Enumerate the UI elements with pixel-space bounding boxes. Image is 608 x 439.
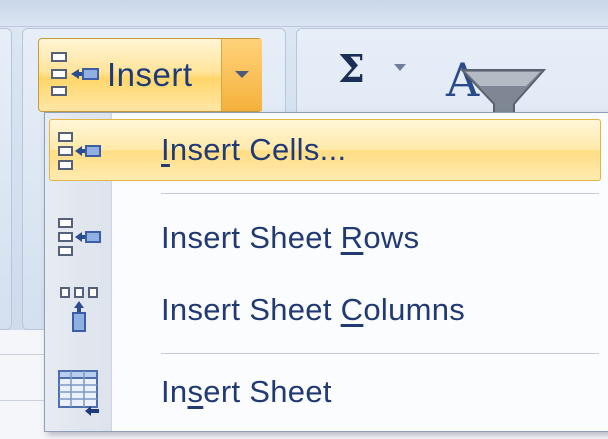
menu-item-label: Insert Sheet <box>161 374 332 409</box>
insert-cells-icon <box>58 132 101 170</box>
menu-separator <box>161 193 599 194</box>
menu-item-insert-columns[interactable]: Insert Sheet Columns <box>45 275 608 345</box>
menu-item-label: Insert Sheet Rows <box>161 220 420 255</box>
insert-dropdown-arrow[interactable] <box>221 39 262 111</box>
menu-item-label: Insert Cells... <box>161 132 347 167</box>
insert-button-main[interactable]: Insert <box>39 39 221 111</box>
autosum-button[interactable]: Σ <box>338 46 365 91</box>
ribbon-tab-strip <box>0 0 608 27</box>
insert-cells-icon <box>51 52 99 96</box>
insert-button[interactable]: Insert <box>38 38 262 112</box>
insert-columns-icon <box>60 287 98 332</box>
insert-rows-icon <box>58 218 101 256</box>
menu-item-insert-rows[interactable]: Insert Sheet Rows <box>45 203 608 273</box>
menu-item-label: Insert Sheet Columns <box>161 292 466 327</box>
insert-button-label: Insert <box>107 56 193 93</box>
menu-separator <box>161 353 599 354</box>
menu-item-insert-sheet[interactable]: Insert Sheet <box>45 357 608 427</box>
menu-item-insert-cells[interactable]: Insert Cells... <box>45 115 608 185</box>
ribbon-group-left <box>0 28 12 330</box>
chevron-down-icon[interactable] <box>394 64 406 71</box>
insert-menu: Insert Cells... Insert Sheet Rows Insert… <box>44 112 608 432</box>
sort-filter-icon[interactable]: A <box>440 50 550 118</box>
insert-sheet-icon <box>58 370 99 416</box>
chevron-down-icon <box>235 71 249 78</box>
